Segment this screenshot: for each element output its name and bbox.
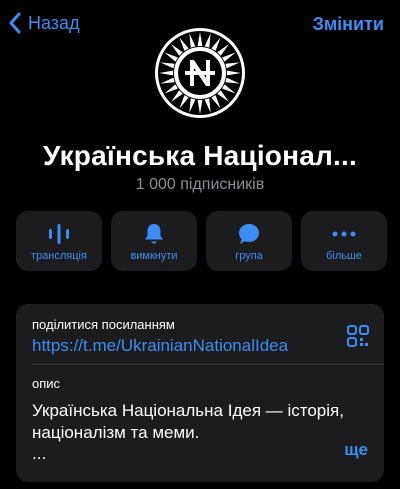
mute-button[interactable]: вимкнути: [111, 211, 197, 271]
share-link[interactable]: https://t.me/UkrainianNationalIdea: [32, 336, 288, 356]
channel-title: Українська Націонал...: [43, 140, 357, 171]
channel-info-screen: Назад Змінити Українська Націонал... 1 0…: [0, 0, 400, 489]
more-button[interactable]: більше: [301, 211, 387, 271]
action-buttons: трансляція вимкнути група більше: [16, 211, 387, 271]
description-text: Українська Національна Ідея — історія, н…: [32, 401, 344, 442]
show-more-link[interactable]: ще: [344, 440, 368, 460]
broadcast-button[interactable]: трансляція: [16, 211, 102, 271]
description-label: опис: [32, 376, 61, 391]
info-card: поділитися посиланням https://t.me/Ukrai…: [16, 304, 384, 482]
broadcast-label: трансляція: [31, 249, 87, 262]
more-label: більше: [326, 249, 362, 262]
share-link-label: поділитися посиланням: [32, 317, 175, 332]
subscriber-count: 1 000 підписників: [135, 176, 265, 193]
edit-button[interactable]: Змінити: [313, 14, 384, 35]
group-button[interactable]: група: [206, 211, 292, 271]
divider: [32, 364, 384, 365]
mute-label: вимкнути: [130, 249, 178, 262]
chevron-left-icon: [9, 12, 21, 34]
chat-bubble-icon: [239, 223, 259, 244]
group-label: група: [235, 249, 263, 262]
qr-code-icon[interactable]: [346, 324, 370, 348]
broadcast-icon: [49, 223, 69, 244]
channel-logo-icon: [148, 21, 252, 125]
more-dots-icon: [332, 231, 356, 236]
back-label: Назад: [28, 12, 80, 33]
description-ellipsis: ...: [32, 444, 47, 463]
back-button[interactable]: Назад: [8, 12, 80, 34]
bell-icon: [145, 223, 163, 243]
channel-avatar[interactable]: [147, 20, 253, 126]
